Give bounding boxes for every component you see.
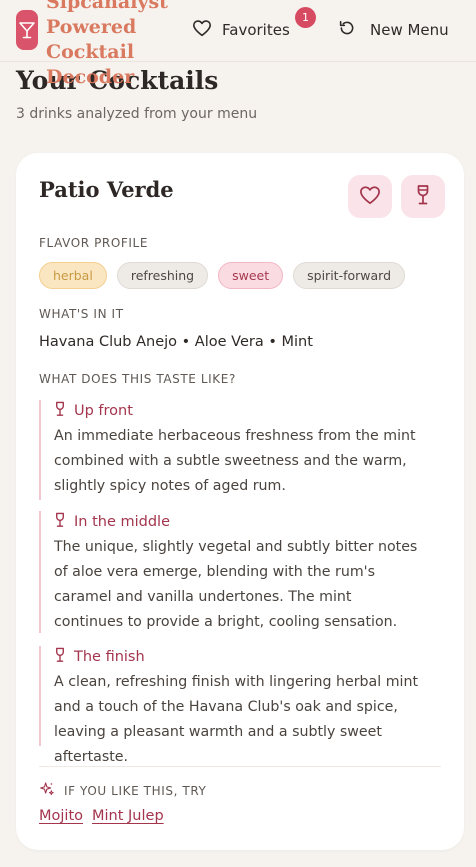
flavor-tag: refreshing [116,262,209,289]
taste-stage-text: The unique, slightly vegetal and subtly … [54,539,418,630]
divider [39,766,441,767]
sparkles-icon [39,781,55,800]
favorites-count-badge: 1 [295,7,316,28]
recommendations-label: IF YOU LIKE THIS, TRY [39,781,206,800]
wine-glass-icon [54,512,66,532]
taste-stage-title: In the middle [74,514,170,530]
taste-stage-text: A clean, refreshing finish with lingerin… [54,674,419,765]
page-subtitle: 3 drinks analyzed from your menu [16,106,258,122]
cocktail-glass-icon[interactable] [16,10,38,50]
flavor-tags: herbal refreshing sweet spirit-forward [39,262,406,289]
drink-details-button[interactable] [401,175,445,218]
app-header: Sipcanalyst Powered Cocktail Decoder Fav… [0,0,476,88]
favorite-drink-button[interactable] [348,175,392,218]
ingredients-label: WHAT'S IN IT [39,307,124,321]
wine-glass-icon [415,184,431,210]
taste-stage-text: An immediate herbaceous freshness from t… [54,428,416,494]
drink-name: Patio Verde [39,177,174,202]
try-label-text: IF YOU LIKE THIS, TRY [64,783,207,798]
wine-glass-icon [54,647,66,667]
flavor-profile-label: FLAVOR PROFILE [39,236,149,250]
ingredients-list: Havana Club Anejo • Aloe Vera • Mint [39,334,313,350]
new-menu-label: New Menu [370,21,449,39]
heart-icon [359,185,381,209]
flavor-tag: spirit-forward [293,262,406,289]
taste-stage-title: Up front [74,403,133,419]
taste-stage-title: The finish [74,649,145,665]
refresh-icon [338,19,356,41]
taste-stage-up-front: Up front An immediate herbaceous freshne… [39,400,419,500]
taste-stage-finish: The finish A clean, refreshing finish wi… [39,646,419,765]
favorites-label: Favorites [222,21,290,39]
taste-label: WHAT DOES THIS TASTE LIKE? [39,372,236,386]
new-menu-button[interactable]: New Menu [338,18,449,42]
recommendation-link-mojito[interactable]: Mojito [39,808,83,824]
heart-icon [192,19,212,41]
flavor-tag: herbal [39,262,107,289]
recommendation-links: Mojito Mint Julep [39,808,164,824]
drink-card: Patio Verde FLAVOR PROFILE herbal refres… [16,153,464,850]
flavor-tag: sweet [218,262,284,289]
recommendation-link-mint-julep[interactable]: Mint Julep [92,808,164,824]
taste-stage-middle: In the middle The unique, slightly veget… [39,511,419,633]
brand-name[interactable]: Sipcanalyst Powered Cocktail Decoder [46,0,186,90]
wine-glass-icon [54,401,66,421]
favorites-button[interactable]: Favorites [192,18,290,42]
